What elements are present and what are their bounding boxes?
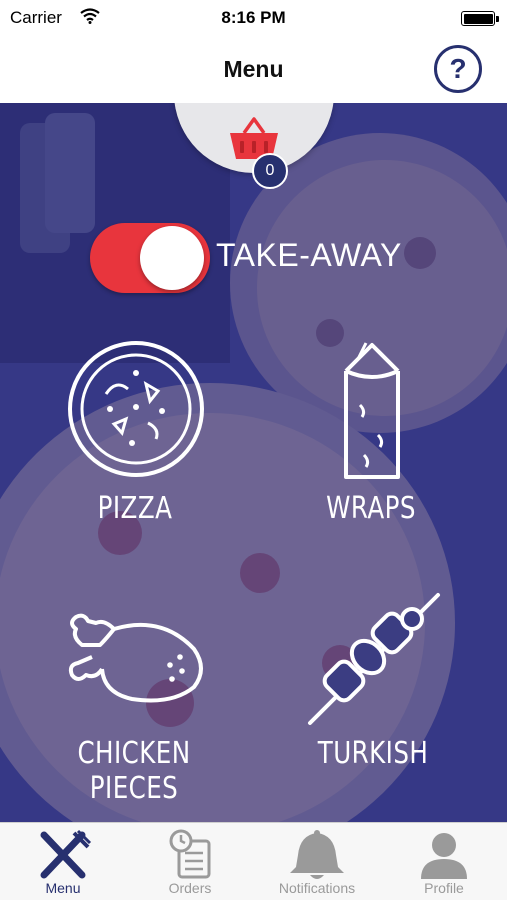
menu-hero: 0 TAKE-AWAY PIZZA WRAPS CHICKEN PIECES T… bbox=[0, 103, 507, 822]
page-title: Menu bbox=[223, 56, 284, 82]
tab-menu[interactable]: Menu bbox=[0, 823, 126, 900]
navigation-bar: Menu ? bbox=[0, 38, 507, 103]
chicken-icon[interactable] bbox=[62, 609, 210, 709]
wrap-icon[interactable] bbox=[340, 341, 404, 481]
take-away-toggle[interactable] bbox=[90, 223, 210, 293]
tab-profile[interactable]: Profile bbox=[381, 823, 507, 900]
tab-notifications-label: Notifications bbox=[278, 880, 356, 896]
bell-icon bbox=[290, 830, 344, 879]
toggle-knob[interactable] bbox=[140, 226, 204, 290]
orders-icon bbox=[169, 829, 211, 879]
basket-count-badge: 0 bbox=[252, 153, 288, 189]
tab-notifications[interactable]: Notifications bbox=[254, 823, 380, 900]
category-wraps[interactable]: WRAPS bbox=[310, 491, 433, 526]
help-button[interactable]: ? bbox=[434, 45, 482, 93]
clock: 8:16 PM bbox=[221, 8, 286, 27]
tab-profile-label: Profile bbox=[424, 880, 464, 896]
status-bar: Carrier 8:16 PM bbox=[0, 0, 507, 38]
category-turkish[interactable]: TURKISH bbox=[312, 736, 435, 771]
category-chicken-pieces[interactable]: CHICKEN PIECES bbox=[36, 736, 233, 806]
tab-menu-label: Menu bbox=[45, 880, 81, 896]
category-pizza[interactable]: PIZZA bbox=[74, 491, 197, 526]
battery-icon bbox=[461, 11, 499, 26]
tab-orders-label: Orders bbox=[168, 880, 212, 896]
pizza-icon[interactable] bbox=[66, 339, 206, 479]
kebab-icon[interactable] bbox=[302, 589, 444, 731]
tab-bar: Menu Orders Notifications Profile bbox=[0, 822, 507, 900]
fork-knife-icon bbox=[40, 829, 92, 879]
profile-icon bbox=[421, 833, 467, 879]
tab-orders[interactable]: Orders bbox=[127, 823, 253, 900]
take-away-label: TAKE-AWAY bbox=[216, 237, 402, 273]
